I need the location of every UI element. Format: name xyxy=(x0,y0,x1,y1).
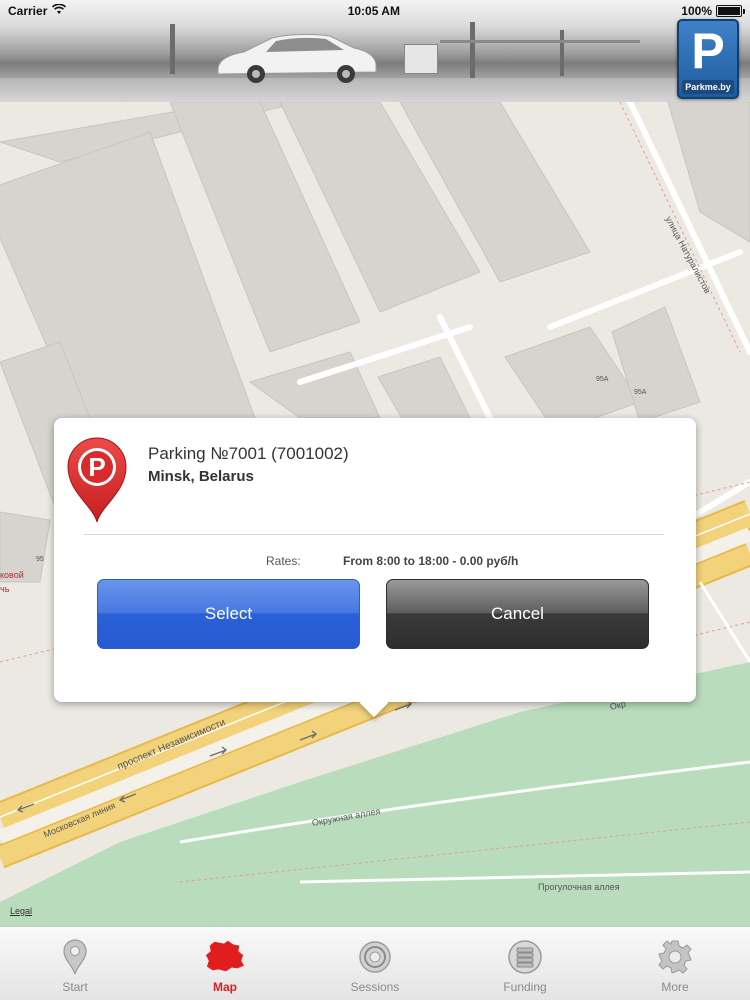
header-booth xyxy=(404,44,438,74)
tab-start[interactable]: Start xyxy=(0,927,150,1000)
select-button[interactable]: Select xyxy=(97,579,360,649)
sessions-icon xyxy=(355,937,395,977)
status-right: 100% xyxy=(681,4,745,18)
parking-pin-icon: P xyxy=(67,437,127,523)
gear-icon xyxy=(655,937,695,977)
parkme-logo: P Parkme.by xyxy=(677,19,739,99)
header-rail xyxy=(440,40,640,43)
wifi-icon xyxy=(52,3,67,18)
tab-label: Start xyxy=(62,980,88,994)
status-left: Carrier xyxy=(8,3,67,18)
map-street-label: Прогулочная аллея xyxy=(538,882,620,892)
logo-text: Parkme.by xyxy=(682,80,734,94)
tab-label: Funding xyxy=(503,980,547,994)
tab-label: Map xyxy=(213,980,237,994)
location-pin-icon xyxy=(55,937,95,977)
tab-map[interactable]: Map xyxy=(150,927,300,1000)
pin-letter: P xyxy=(88,452,105,482)
header-post xyxy=(560,30,564,76)
header-post xyxy=(470,22,475,78)
header-post xyxy=(170,24,175,74)
rates-value: From 8:00 to 18:00 - 0.00 руб/h xyxy=(343,554,519,568)
status-bar: Carrier 10:05 AM 100% xyxy=(0,0,750,22)
carrier-label: Carrier xyxy=(8,4,48,18)
tab-label: Sessions xyxy=(350,980,400,994)
map-poi-label: ковой xyxy=(0,570,24,580)
tab-more[interactable]: More xyxy=(600,927,750,1000)
battery-icon xyxy=(716,5,745,17)
header-car-image xyxy=(217,33,377,83)
map-legal-link[interactable]: Legal xyxy=(10,906,32,916)
map-house-number: 95А xyxy=(634,389,647,396)
tab-bar: Start Map Sessions Funding More xyxy=(0,926,750,1000)
map-house-number: 95 xyxy=(36,556,44,563)
parking-location: Minsk, Belarus xyxy=(148,468,254,485)
parking-info-popup: P Parking №7001 (7001002) Minsk, Belarus… xyxy=(54,418,696,718)
clock-time: 10:05 AM xyxy=(347,4,400,18)
rates-label: Rates: xyxy=(266,554,301,568)
battery-percent: 100% xyxy=(681,4,712,18)
popup-divider xyxy=(84,534,664,535)
tab-sessions[interactable]: Sessions xyxy=(300,927,450,1000)
map-house-number: 95А xyxy=(596,376,609,383)
coins-icon xyxy=(505,937,545,977)
tab-label: More xyxy=(661,980,689,994)
map-poi-label: чь xyxy=(0,584,10,594)
belarus-map-icon xyxy=(205,937,245,977)
cancel-button[interactable]: Cancel xyxy=(386,579,649,649)
logo-letter: P xyxy=(691,23,725,79)
parking-title: Parking №7001 (7001002) xyxy=(148,444,349,463)
tab-funding[interactable]: Funding xyxy=(450,927,600,1000)
